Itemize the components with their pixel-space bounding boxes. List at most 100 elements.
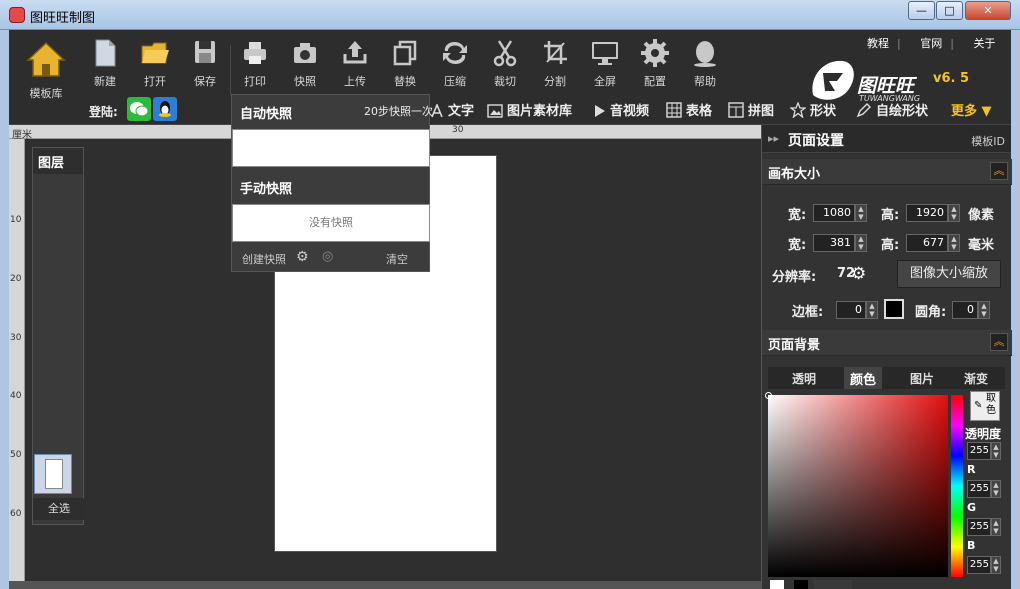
tool-replace-label: 替换 [394, 75, 416, 88]
close-button[interactable]: ✕ [965, 1, 1011, 20]
select-all-button[interactable]: 全选 [33, 498, 85, 520]
tool-new-label: 新建 [94, 75, 116, 88]
tool-upload[interactable]: 上传 [333, 38, 377, 89]
insert-collage-button[interactable]: 拼图 [728, 100, 774, 119]
collapse-up-icon[interactable]: ︽ [990, 333, 1008, 351]
camera-icon [294, 43, 316, 63]
width-mm-stepper[interactable]: ▲ ▼ [855, 234, 867, 252]
manual-snapshot-list[interactable]: 没有快照 [232, 204, 430, 242]
height-mm-input[interactable]: 677 [906, 234, 948, 252]
collapse-up-icon[interactable]: ︽ [990, 162, 1008, 180]
color-saturation-field[interactable] [765, 392, 948, 577]
crop-icon [544, 41, 567, 64]
tool-new[interactable]: 新建 [83, 38, 127, 89]
official-site-link[interactable]: 官网 [920, 37, 942, 50]
tool-help[interactable]: 帮助 [683, 38, 727, 89]
tab-color[interactable]: 颜色 [844, 367, 883, 389]
width-px-input[interactable]: 1080 [813, 204, 855, 222]
opacity-input[interactable]: 255 [967, 442, 991, 460]
tool-print-label: 打印 [244, 75, 266, 88]
tool-crop-label: 裁切 [494, 75, 516, 88]
snapshot-steps-note: 20步快照一次 [364, 105, 433, 118]
tool-save[interactable]: 保存 [183, 38, 227, 89]
tool-save-label: 保存 [194, 75, 216, 88]
tab-gradient[interactable]: 渐变 [964, 370, 988, 387]
tool-crop[interactable]: 裁切 [483, 38, 527, 89]
background-tabs: 透明 颜色 图片 渐变 [768, 367, 1005, 389]
minimize-button[interactable]: — [908, 1, 935, 20]
snapshot-preview-icon[interactable]: ◎ [322, 249, 333, 264]
width-px-stepper[interactable]: ▲ ▼ [855, 204, 867, 222]
top-links: 教程 | 官网 | 关于 [867, 37, 996, 50]
more-button[interactable]: 更多 ▼ [951, 100, 992, 119]
swatch-black[interactable] [794, 580, 808, 589]
insert-text-button[interactable]: 文字 [430, 100, 474, 119]
insert-freehand-button[interactable]: 自绘形状 [856, 100, 928, 119]
insert-table-label: 表格 [686, 104, 713, 119]
create-snapshot-button[interactable]: 创建快照 [242, 251, 286, 267]
border-color-swatch[interactable] [884, 299, 904, 319]
blue-input[interactable]: 255 [967, 556, 991, 574]
eyedropper-button[interactable]: ✎ 取色 [970, 391, 1000, 421]
ruler-left-mark: 30 [10, 333, 22, 343]
green-stepper[interactable]: ▲ ▼ [991, 518, 1001, 536]
tool-print[interactable]: 打印 [233, 38, 277, 89]
red-stepper[interactable]: ▲ ▼ [991, 480, 1001, 498]
tool-snapshot-label: 快照 [294, 75, 316, 88]
red-input[interactable]: 255 [967, 480, 991, 498]
table-icon [666, 102, 682, 118]
insert-text-label: 文字 [448, 104, 475, 119]
horizontal-scrollbar[interactable] [9, 581, 761, 589]
about-link[interactable]: 关于 [973, 37, 995, 50]
height-px-stepper[interactable]: ▲ ▼ [948, 204, 960, 222]
tool-upload-label: 上传 [344, 75, 366, 88]
tool-config[interactable]: 配置 [633, 38, 677, 89]
template-id-button[interactable]: 模板ID [971, 133, 1005, 149]
tool-fullscreen-label: 全屏 [594, 75, 616, 88]
tutorial-link[interactable]: 教程 [867, 37, 889, 50]
clear-snapshots-button[interactable]: 清空 [386, 251, 408, 267]
border-stepper[interactable]: ▲ ▼ [866, 301, 878, 319]
snapshot-settings-icon[interactable]: ⚙ [296, 249, 309, 265]
pen-icon [856, 103, 871, 118]
tab-image[interactable]: 图片 [910, 370, 934, 387]
layer-thumbnail[interactable] [34, 454, 72, 494]
blue-stepper[interactable]: ▲ ▼ [991, 556, 1001, 574]
tool-snapshot[interactable]: 快照 [283, 38, 327, 89]
swatch-white[interactable] [770, 580, 784, 589]
corner-radius-input[interactable]: 0 [952, 301, 978, 319]
template-library-button[interactable]: 模板库 [21, 38, 71, 101]
tool-open[interactable]: 打开 [133, 38, 177, 89]
height-mm-stepper[interactable]: ▲ ▼ [948, 234, 960, 252]
wechat-login-button[interactable] [127, 97, 151, 121]
corner-radius-stepper[interactable]: ▲ ▼ [978, 301, 990, 319]
height-px-input[interactable]: 1920 [906, 204, 948, 222]
green-label: G [967, 501, 977, 514]
maximize-button[interactable]: □ [936, 1, 963, 20]
tool-config-label: 配置 [644, 75, 666, 88]
tool-split[interactable]: 分割 [533, 38, 577, 89]
resize-image-button[interactable]: 图像大小缩放 [897, 260, 1001, 288]
insert-media-button[interactable]: 音视频 [594, 100, 649, 119]
qq-penguin-icon [694, 41, 716, 67]
width-mm-input[interactable]: 381 [813, 234, 855, 252]
replace-icon [393, 40, 417, 66]
opacity-stepper[interactable]: ▲ ▼ [991, 442, 1001, 460]
tool-compress[interactable]: 压缩 [433, 38, 477, 89]
hue-slider[interactable] [951, 395, 963, 577]
insert-image-button[interactable]: 图片素材库 [487, 100, 572, 119]
border-input[interactable]: 0 [836, 301, 866, 319]
green-input[interactable]: 255 [967, 518, 991, 536]
monitor-icon [592, 42, 618, 65]
qq-login-button[interactable] [153, 97, 177, 121]
resolution-gear-icon[interactable]: ⚙ [851, 264, 866, 284]
insert-table-button[interactable]: 表格 [666, 100, 712, 119]
toolbar-divider [230, 45, 231, 95]
insert-shape-button[interactable]: 形状 [789, 100, 836, 119]
window-titlebar: 图旺旺制图 — □ ✕ [0, 0, 1020, 30]
swatch-gray[interactable] [814, 580, 852, 589]
auto-snapshot-list[interactable] [232, 129, 430, 167]
tab-transparent[interactable]: 透明 [792, 370, 816, 387]
tool-replace[interactable]: 替换 [383, 38, 427, 89]
tool-fullscreen[interactable]: 全屏 [583, 38, 627, 89]
